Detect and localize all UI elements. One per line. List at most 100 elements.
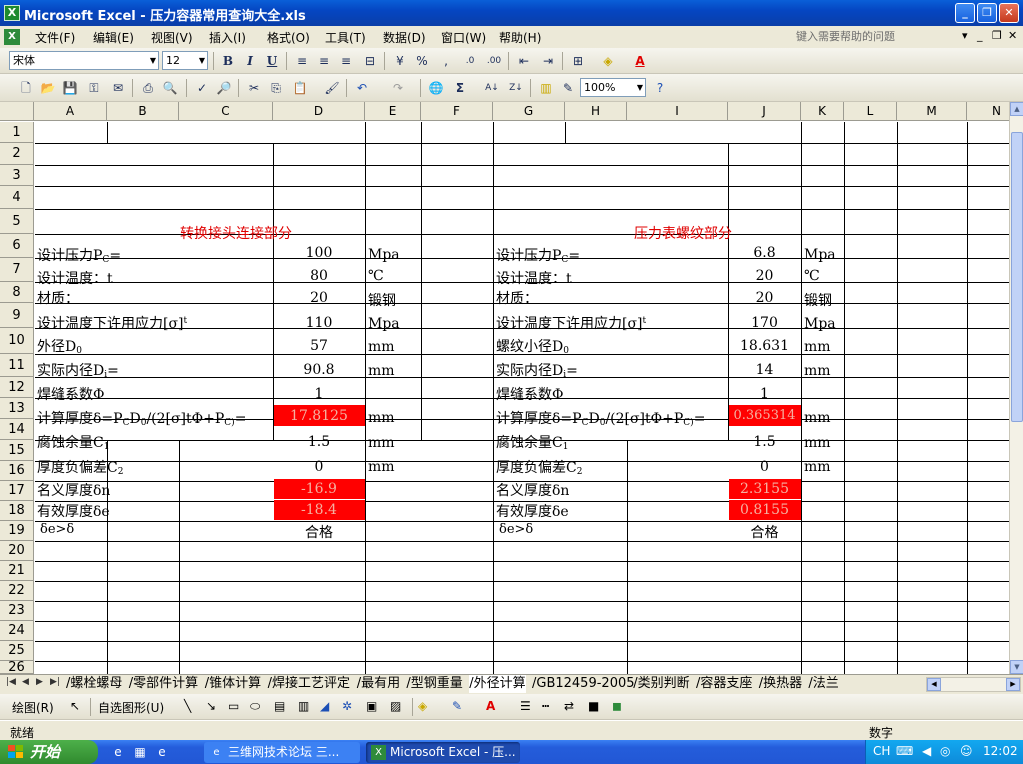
sheet-tab[interactable]: /法兰 — [808, 675, 838, 693]
menu-format[interactable]: 格式(O) — [267, 29, 310, 46]
redo-icon[interactable]: ↷ — [388, 78, 408, 98]
chart-wizard-icon[interactable]: ▥ — [536, 78, 556, 98]
email-icon[interactable]: ✉ — [108, 78, 128, 98]
col-header-h[interactable]: H — [565, 102, 627, 121]
workbook-minimize-button[interactable]: _ — [977, 29, 983, 42]
left-value-r4[interactable]: 20 — [273, 290, 365, 306]
row-header[interactable]: 18 — [0, 501, 34, 521]
menu-tools[interactable]: 工具(T) — [325, 29, 366, 46]
left-value-r14[interactable]: 合格 — [273, 522, 365, 542]
left-label-effective-thickness[interactable]: 有效厚度δe — [37, 501, 110, 521]
right-value-r5[interactable]: 170 — [728, 315, 801, 331]
left-label-inner-diameter[interactable]: 实际内径Di= — [37, 360, 119, 380]
vertical-textbox-icon[interactable]: ▥ — [298, 699, 309, 713]
sheet-tab[interactable]: /外径计算 — [469, 675, 526, 693]
row-header[interactable]: 3 — [0, 165, 34, 186]
right-unit-r6[interactable]: mm — [804, 339, 831, 355]
left-label-design-pressure[interactable]: 设计压力PC= — [37, 245, 121, 265]
row-header[interactable]: 21 — [0, 561, 34, 581]
align-right-icon[interactable]: ≡ — [336, 51, 356, 71]
wordart-icon[interactable]: ◢ — [320, 699, 329, 713]
row-header[interactable]: 20 — [0, 541, 34, 561]
right-label-calc-thickness[interactable]: 计算厚度δ=PCD0/(2[σ]tΦ+PC)= — [496, 408, 705, 428]
merge-center-icon[interactable]: ⊟ — [360, 51, 380, 71]
menu-insert[interactable]: 插入(I) — [209, 29, 246, 46]
paste-icon[interactable]: 📋 — [290, 78, 310, 98]
taskbar-button-excel[interactable]: X Microsoft Excel - 压... — [366, 742, 520, 763]
left-value-r10[interactable]: 1.5 — [273, 434, 365, 450]
row-header[interactable]: 24 — [0, 621, 34, 641]
right-value-r9[interactable]: 0.365314 — [728, 408, 801, 423]
arrow-style-icon[interactable]: ⇄ — [564, 699, 574, 713]
spelling-icon[interactable]: ✓ — [192, 78, 212, 98]
font-name-select[interactable]: 宋体 ▼ — [9, 51, 159, 70]
chevron-down-icon[interactable]: ▾ — [962, 29, 968, 42]
excel-app-icon[interactable]: X — [4, 5, 20, 21]
right-unit-r7[interactable]: mm — [804, 363, 831, 379]
right-label-check[interactable]: δe>δ — [499, 522, 533, 537]
right-value-r12[interactable]: 2.3155 — [728, 481, 801, 497]
left-unit-r7[interactable]: mm — [368, 363, 395, 379]
show-desktop-icon[interactable]: ▦ — [132, 744, 148, 760]
left-label-material[interactable]: 材质： — [37, 288, 79, 308]
row-header[interactable]: 5 — [0, 209, 34, 234]
font-color-button[interactable]: A — [630, 51, 650, 71]
right-label-effective-thickness[interactable]: 有效厚度δe — [496, 501, 569, 521]
left-value-r12[interactable]: -16.9 — [273, 481, 365, 497]
right-label-material[interactable]: 材质： — [496, 288, 538, 308]
right-value-r13[interactable]: 0.8155 — [728, 502, 801, 518]
row-header[interactable]: 10 — [0, 328, 34, 354]
right-value-r11[interactable]: 0 — [728, 459, 801, 475]
cut-icon[interactable]: ✂ — [244, 78, 264, 98]
picture-icon[interactable]: ▨ — [390, 699, 401, 713]
comma-button[interactable]: , — [436, 51, 456, 71]
line-icon[interactable]: ╲ — [184, 699, 191, 713]
print-icon[interactable]: ⎙ — [138, 78, 158, 98]
left-value-r9[interactable]: 17.8125 — [273, 408, 365, 424]
col-header-b[interactable]: B — [107, 102, 179, 121]
col-header-d[interactable]: D — [273, 102, 365, 121]
left-label-check[interactable]: δe>δ — [40, 522, 74, 537]
permission-icon[interactable]: ⚿ — [84, 78, 104, 98]
right-label-design-temp[interactable]: 设计温度：t — [496, 268, 572, 288]
close-button[interactable]: ✕ — [999, 3, 1019, 23]
row-header[interactable]: 14 — [0, 419, 34, 440]
left-unit-r9[interactable]: mm — [368, 410, 395, 426]
right-value-r2[interactable]: 6.8 — [728, 245, 801, 261]
research-icon[interactable]: 🔎 — [214, 78, 234, 98]
align-center-icon[interactable]: ≡ — [314, 51, 334, 71]
underline-button[interactable]: U — [262, 51, 282, 71]
right-value-r8[interactable]: 1 — [728, 386, 801, 402]
ie-icon[interactable]: e — [110, 744, 126, 760]
autosum-button[interactable]: Σ — [450, 78, 470, 98]
col-header-a[interactable]: A — [34, 102, 107, 121]
scroll-left-icon[interactable]: ◀ — [927, 678, 941, 691]
workbook-icon[interactable]: X — [4, 29, 20, 45]
save-icon[interactable]: 💾 — [60, 78, 80, 98]
vertical-scrollbar[interactable]: ▲ ▼ — [1009, 102, 1023, 674]
clock[interactable]: 12:02 — [983, 744, 1018, 758]
right-value-r3[interactable]: 20 — [728, 268, 801, 284]
restore-button[interactable]: ❐ — [977, 3, 997, 23]
row-header[interactable]: 6 — [0, 234, 34, 258]
diagram-icon[interactable]: ✲ — [342, 699, 352, 713]
select-objects-icon[interactable]: ↖ — [70, 699, 80, 713]
right-value-r6[interactable]: 18.631 — [728, 338, 801, 354]
browser-icon[interactable]: e — [154, 744, 170, 760]
workbook-restore-button[interactable]: ❐ — [992, 29, 1002, 42]
increase-decimal-icon[interactable]: .0 — [460, 51, 480, 71]
col-header-k[interactable]: K — [801, 102, 844, 121]
col-header-g[interactable]: G — [493, 102, 565, 121]
sort-ascending-icon[interactable]: A↓ — [482, 78, 502, 98]
messenger-icon[interactable]: ☺ — [960, 744, 973, 758]
right-value-r7[interactable]: 14 — [728, 362, 801, 378]
sheet-tab[interactable]: /型钢重量 — [406, 675, 462, 693]
last-sheet-icon[interactable]: ▶| — [50, 677, 60, 687]
menu-view[interactable]: 视图(V) — [151, 29, 193, 46]
left-label-allowable-stress[interactable]: 设计温度下许用应力[σ]t — [37, 313, 187, 333]
textbox-icon[interactable]: ▤ — [274, 699, 285, 713]
right-label-corrosion[interactable]: 腐蚀余量C1 — [496, 432, 568, 452]
first-sheet-icon[interactable]: |◀ — [6, 677, 16, 687]
right-value-r4[interactable]: 20 — [728, 290, 801, 306]
align-left-icon[interactable]: ≡ — [292, 51, 312, 71]
